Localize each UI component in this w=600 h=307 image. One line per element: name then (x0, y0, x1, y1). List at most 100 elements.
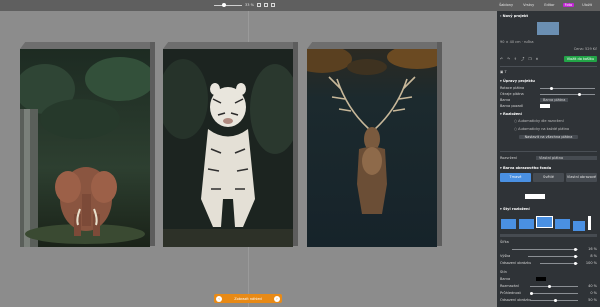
chevron-right-icon[interactable]: › (273, 295, 280, 302)
section-background-label: Barva obrazového fondu (502, 166, 552, 170)
editor-canvas[interactable] (0, 11, 497, 307)
height-label: Výška (500, 254, 511, 258)
offset-label: Odsazení obrázku (500, 261, 532, 265)
shadow-opacity-slider-knob[interactable] (530, 292, 533, 295)
deer-photo[interactable] (307, 49, 437, 247)
offset-row: Odsazení obrázku 100 % (500, 261, 597, 265)
offset-slider[interactable] (540, 262, 578, 265)
preview-icon[interactable] (270, 3, 275, 7)
margin-slider-knob[interactable] (578, 93, 581, 96)
preset-label: Rozvržení (500, 156, 517, 160)
style-tile-6[interactable] (588, 216, 591, 230)
height-value: 8 % (590, 254, 597, 258)
shadow-opacity-slider[interactable] (530, 292, 578, 295)
shadow-color-swatch[interactable] (536, 277, 546, 281)
share-icon[interactable]: ⤴ (521, 57, 525, 62)
border-option-2[interactable]: ○ Automaticky na každé plátno (500, 127, 597, 131)
price-text: Cena: 529 Kč (573, 47, 597, 51)
bg-custom-button[interactable]: Vlastní obrazové (566, 173, 597, 182)
box-top-face (20, 42, 150, 49)
width-slider[interactable] (512, 248, 578, 251)
elephant-photo[interactable] (20, 49, 150, 247)
shadow-blur-row: Rozmazání 40 % (500, 284, 597, 288)
section-style-label: Styl rozložení (502, 207, 530, 211)
redo-icon[interactable]: ↷ (507, 57, 510, 61)
shadow-color-row: Barva (500, 277, 597, 281)
style-scrollbar[interactable] (500, 234, 597, 237)
shadow-blur-value: 40 % (588, 284, 597, 288)
grid-icon[interactable] (263, 3, 268, 7)
background-color-swatch[interactable] (540, 104, 550, 108)
section-adjustments-label: Úpravy projektu (502, 79, 535, 83)
border-option-1-label: Automaticky dle rozvržení (518, 119, 564, 123)
section-style: ▾ Styl rozložení (500, 207, 530, 211)
fit-screen-icon[interactable] (256, 3, 261, 7)
section-border: ▾ Rozložení (500, 112, 522, 116)
box-top-face (163, 42, 293, 49)
upload-icon[interactable]: ⇪ (514, 57, 517, 61)
zoom-control[interactable]: 33 % (214, 2, 275, 7)
rotation-label: Rotace plátna (500, 86, 525, 90)
width-slider-knob[interactable] (574, 248, 577, 251)
settings-panel: ‹ Nový projekt 90 × 40 cm · ručka Cena: … (497, 11, 600, 307)
undo-icon[interactable]: ↶ (500, 57, 503, 61)
preset-select[interactable]: Vlastní plátno (536, 156, 597, 160)
shadow-blur-slider-knob[interactable] (548, 285, 551, 288)
delete-icon[interactable]: ✕ (535, 57, 538, 61)
bg-dark-button[interactable]: Tmavé (500, 173, 531, 182)
preset-row: Rozvržení Vlastní plátno (500, 156, 597, 160)
shadow-offset-slider[interactable] (530, 299, 578, 302)
zoom-slider-knob[interactable] (222, 2, 226, 7)
box-top-face (307, 42, 437, 49)
section-border-label: Rozložení (502, 112, 522, 116)
tab-save[interactable]: Uložit (580, 3, 594, 7)
background-options: Tmavé Světlé Vlastní obrazové (500, 173, 597, 182)
color-row: Barva Barva plátna (500, 98, 597, 102)
border-option-1[interactable]: ○ Automaticky dle rozvržení (500, 119, 597, 123)
background-row: Barva pozadí (500, 104, 597, 108)
shadow-opacity-row: Průhlednost 0 % (500, 291, 597, 295)
shadow-offset-slider-knob[interactable] (554, 299, 557, 302)
tool-row: ▣ T (500, 70, 597, 74)
section-adjustments: ▾ Úpravy projektu (500, 79, 535, 83)
style-tile-2[interactable] (518, 218, 535, 230)
canvas-color-select[interactable]: Barva plátna (540, 98, 569, 102)
tiger-photo[interactable] (163, 49, 293, 247)
apply-all-button[interactable]: Nastavit na všechna plátna (519, 135, 578, 139)
elephant-image (20, 49, 150, 247)
box-side-face (150, 42, 155, 246)
add-to-cart-button[interactable]: Vložit do košíku (563, 56, 597, 62)
tab-layers[interactable]: Vrstvy (521, 3, 536, 7)
panel-title-text: Nový projekt (502, 14, 528, 18)
tab-templates[interactable]: Šablony (497, 3, 515, 7)
style-tile-4[interactable] (554, 218, 571, 230)
rotation-slider[interactable] (540, 87, 595, 90)
tab-photo[interactable]: Foto (562, 3, 575, 7)
margin-slider[interactable] (540, 93, 595, 96)
text-tool-icon[interactable]: T (504, 70, 506, 74)
preview-bar[interactable]: ‹ Zobrazit náhled › (214, 294, 282, 303)
height-slider-knob[interactable] (574, 255, 577, 258)
tab-editor[interactable]: Editor (542, 3, 556, 7)
rotation-slider-knob[interactable] (550, 87, 553, 90)
style-tile-3[interactable] (536, 216, 553, 228)
shadow-blur-label: Rozmazání (500, 284, 519, 288)
copy-icon[interactable]: ❐ (528, 57, 531, 61)
chevron-left-icon[interactable]: ‹ (216, 295, 222, 302)
shadow-blur-slider[interactable] (530, 285, 578, 288)
background-label: Barva pozadí (500, 104, 523, 108)
nav-tabs: Šablony Vrstvy Editor Foto Uložit (497, 3, 594, 7)
shadow-opacity-value: 0 % (590, 291, 597, 295)
zoom-slider[interactable] (214, 2, 242, 7)
image-tool-icon[interactable]: ▣ (500, 70, 503, 74)
bg-light-button[interactable]: Světlé (533, 173, 564, 182)
rotation-row: Rotace plátna (500, 86, 597, 90)
project-thumbnail[interactable] (537, 22, 559, 35)
offset-value: 100 % (585, 261, 597, 265)
style-tile-5[interactable] (572, 220, 586, 232)
tiger-image (163, 49, 293, 247)
height-slider[interactable] (528, 255, 578, 258)
offset-slider-knob[interactable] (574, 262, 577, 265)
bg-color-swatch[interactable] (525, 194, 545, 199)
style-tile-1[interactable] (500, 218, 517, 230)
